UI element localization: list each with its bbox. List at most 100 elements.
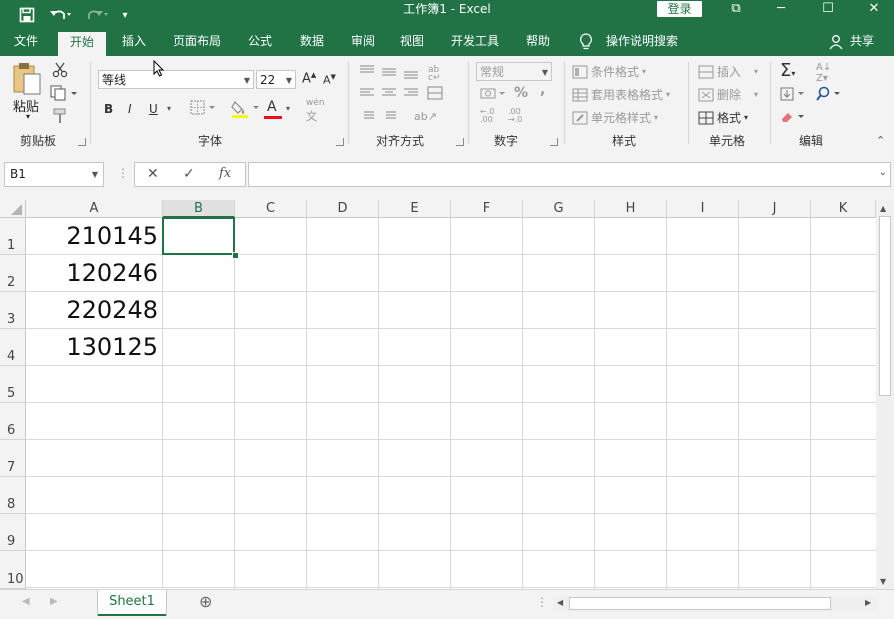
add-sheet-icon[interactable]: ⊕ bbox=[199, 592, 212, 611]
restore-button[interactable]: ☐ bbox=[810, 0, 846, 18]
cell-styles-button[interactable]: 单元格样式 ▾ bbox=[572, 109, 658, 126]
alignment-launcher-icon[interactable] bbox=[456, 138, 464, 146]
column-header-i[interactable]: I bbox=[667, 200, 739, 218]
comma-style-button[interactable]: , bbox=[540, 82, 545, 98]
number-launcher-icon[interactable] bbox=[550, 138, 558, 146]
cell-a2[interactable]: 120246 bbox=[26, 259, 158, 287]
row-header-5[interactable]: 5 bbox=[0, 366, 26, 403]
horizontal-scrollbar[interactable]: ◀ ▶ bbox=[553, 596, 877, 612]
row-header-2[interactable]: 2 bbox=[0, 255, 26, 292]
fill-handle[interactable] bbox=[232, 252, 239, 259]
tab-insert[interactable]: 插入 bbox=[112, 30, 156, 56]
collapse-ribbon-icon[interactable]: ⌃ bbox=[876, 134, 885, 147]
copy-icon[interactable] bbox=[50, 85, 78, 104]
find-select-icon[interactable] bbox=[816, 86, 842, 105]
name-box-dropdown-icon[interactable]: ▼ bbox=[92, 163, 98, 186]
insert-cells-button[interactable]: 插入 ▾ bbox=[698, 63, 758, 80]
clear-icon[interactable] bbox=[780, 110, 806, 127]
grow-font-icon[interactable]: A▲ bbox=[302, 71, 316, 86]
vertical-scroll-thumb[interactable] bbox=[879, 216, 891, 396]
font-color-icon[interactable]: A bbox=[267, 99, 277, 115]
font-name-select[interactable]: 等线 ▼ bbox=[98, 70, 254, 89]
accounting-format-icon[interactable] bbox=[480, 86, 506, 105]
scroll-sheets-right-icon[interactable]: ▶ bbox=[50, 596, 58, 607]
format-cells-button[interactable]: 格式 ▾ bbox=[698, 109, 748, 126]
worksheet-grid[interactable]: A B C D E F G H I J K 1 2 3 4 5 6 7 8 9 … bbox=[0, 200, 876, 589]
select-all-corner[interactable] bbox=[0, 200, 26, 218]
cancel-entry-button[interactable]: ✕ bbox=[147, 166, 159, 182]
tab-file[interactable]: 文件 bbox=[4, 30, 48, 56]
column-header-c[interactable]: C bbox=[235, 200, 307, 218]
tab-home[interactable]: 开始 bbox=[58, 32, 106, 56]
autosum-icon[interactable]: Σ▾ bbox=[780, 60, 795, 81]
format-painter-icon[interactable] bbox=[52, 108, 68, 127]
formula-bar-grip-icon[interactable]: ⋮ bbox=[117, 166, 129, 180]
scroll-left-icon[interactable]: ◀ bbox=[557, 598, 563, 607]
column-header-d[interactable]: D bbox=[307, 200, 379, 218]
row-header-10[interactable]: 10 bbox=[0, 551, 26, 589]
number-format-select[interactable]: 常规 ▼ bbox=[476, 62, 552, 81]
active-cell-b1[interactable] bbox=[162, 217, 235, 255]
tab-developer[interactable]: 开发工具 bbox=[442, 30, 508, 56]
delete-cells-button[interactable]: 删除 ▾ bbox=[698, 86, 758, 103]
row-header-4[interactable]: 4 bbox=[0, 329, 26, 366]
column-header-f[interactable]: F bbox=[451, 200, 523, 218]
scroll-sheets-left-icon[interactable]: ◀ bbox=[22, 596, 30, 607]
enter-button[interactable]: ✓ bbox=[183, 166, 195, 182]
font-color-dropdown-icon[interactable]: ▾ bbox=[286, 104, 290, 113]
share-person-icon[interactable] bbox=[826, 30, 846, 56]
fill-icon[interactable] bbox=[780, 87, 806, 104]
column-header-h[interactable]: H bbox=[595, 200, 667, 218]
underline-dropdown-icon[interactable]: ▾ bbox=[167, 104, 171, 113]
row-header-3[interactable]: 3 bbox=[0, 292, 26, 329]
tab-help[interactable]: 帮助 bbox=[516, 30, 560, 56]
shrink-font-icon[interactable]: A▼ bbox=[323, 73, 336, 87]
horizontal-scroll-grip-icon[interactable]: ⋮ bbox=[536, 595, 548, 609]
vertical-scrollbar[interactable]: ▲ ▼ bbox=[876, 200, 894, 589]
font-size-select[interactable]: 22 ▼ bbox=[256, 70, 296, 89]
cut-icon[interactable] bbox=[52, 62, 68, 81]
share-button[interactable]: 共享 bbox=[846, 30, 878, 56]
scroll-up-icon[interactable]: ▲ bbox=[880, 204, 886, 213]
name-box[interactable]: B1 ▼ bbox=[4, 162, 104, 187]
tab-data[interactable]: 数据 bbox=[290, 30, 334, 56]
formula-input[interactable]: ⌄ bbox=[248, 162, 891, 187]
row-header-6[interactable]: 6 bbox=[0, 403, 26, 440]
row-header-8[interactable]: 8 bbox=[0, 477, 26, 514]
conditional-formatting-button[interactable]: 条件格式 ▾ bbox=[572, 63, 646, 80]
horizontal-scroll-thumb[interactable] bbox=[569, 597, 831, 610]
tell-me-search[interactable]: 操作说明搜索 bbox=[602, 30, 682, 56]
sort-filter-icon[interactable]: A↓ Z▾ bbox=[816, 62, 831, 84]
row-header-9[interactable]: 9 bbox=[0, 514, 26, 551]
cell-a1[interactable]: 210145 bbox=[26, 222, 158, 250]
expand-formula-bar-icon[interactable]: ⌄ bbox=[879, 167, 887, 178]
login-button[interactable]: 登录 bbox=[657, 1, 702, 17]
column-header-a[interactable]: A bbox=[26, 200, 163, 218]
percent-style-button[interactable]: % bbox=[514, 85, 528, 101]
row-header-7[interactable]: 7 bbox=[0, 440, 26, 477]
tab-page-layout[interactable]: 页面布局 bbox=[164, 30, 230, 56]
bold-button[interactable]: B bbox=[104, 102, 113, 116]
fill-color-icon[interactable] bbox=[231, 98, 261, 121]
sheet-tab-sheet1[interactable]: Sheet1 bbox=[98, 590, 166, 616]
paste-icon[interactable] bbox=[12, 62, 42, 98]
close-button[interactable]: ✕ bbox=[856, 0, 892, 18]
font-launcher-icon[interactable] bbox=[336, 138, 344, 146]
tab-formulas[interactable]: 公式 bbox=[238, 30, 282, 56]
tab-view[interactable]: 视图 bbox=[390, 30, 434, 56]
minimize-button[interactable]: ─ bbox=[763, 0, 799, 18]
row-header-1[interactable]: 1 bbox=[0, 218, 26, 255]
underline-button[interactable]: U bbox=[149, 102, 158, 116]
clipboard-launcher-icon[interactable] bbox=[78, 138, 86, 146]
paste-dropdown-icon[interactable]: ▾ bbox=[26, 112, 30, 121]
increase-decimal-icon[interactable]: ←.0.00 bbox=[480, 108, 494, 124]
format-as-table-button[interactable]: 套用表格格式 ▾ bbox=[572, 86, 670, 103]
column-header-j[interactable]: J bbox=[739, 200, 811, 218]
column-header-b[interactable]: B bbox=[163, 200, 235, 218]
ribbon-display-options-icon[interactable]: ⧉ bbox=[718, 0, 754, 18]
italic-button[interactable]: I bbox=[128, 102, 132, 116]
cell-a4[interactable]: 130125 bbox=[26, 333, 158, 361]
borders-icon[interactable] bbox=[190, 100, 216, 119]
column-header-g[interactable]: G bbox=[523, 200, 595, 218]
tab-review[interactable]: 审阅 bbox=[341, 30, 385, 56]
